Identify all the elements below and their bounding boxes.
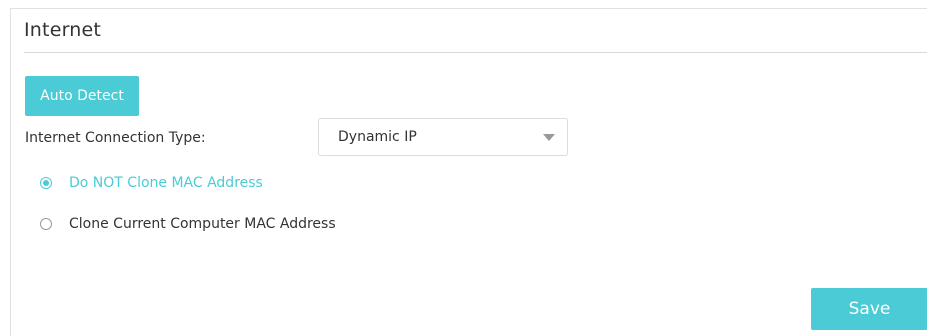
radio-checked-icon[interactable] bbox=[40, 177, 52, 189]
auto-detect-button[interactable]: Auto Detect bbox=[25, 76, 139, 116]
chevron-down-icon bbox=[543, 134, 555, 141]
title-divider bbox=[24, 52, 927, 53]
save-button[interactable]: Save bbox=[811, 288, 927, 330]
radio-option-clone-current[interactable]: Clone Current Computer MAC Address bbox=[40, 216, 336, 232]
internet-panel: Internet Auto Detect Internet Connection… bbox=[10, 8, 927, 336]
connection-type-select[interactable]: Dynamic IP bbox=[318, 118, 568, 156]
connection-type-label: Internet Connection Type: bbox=[25, 130, 206, 146]
page-title: Internet bbox=[24, 19, 102, 41]
connection-type-value: Dynamic IP bbox=[338, 129, 417, 145]
radio-label-do-not-clone: Do NOT Clone MAC Address bbox=[69, 175, 263, 191]
radio-label-clone-current: Clone Current Computer MAC Address bbox=[69, 216, 336, 232]
radio-unchecked-icon[interactable] bbox=[40, 218, 52, 230]
radio-option-do-not-clone[interactable]: Do NOT Clone MAC Address bbox=[40, 175, 263, 191]
